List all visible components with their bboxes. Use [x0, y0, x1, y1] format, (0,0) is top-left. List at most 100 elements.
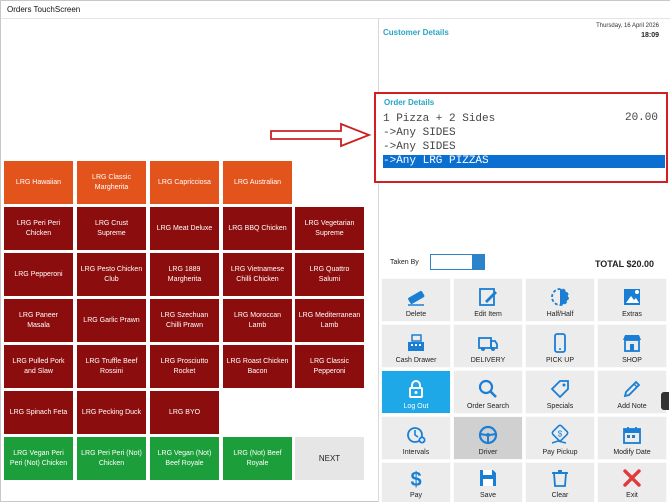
menu-item-button[interactable]: LRG Garlic Prawn	[77, 299, 146, 342]
clock-plus-icon	[405, 424, 427, 446]
delete-button[interactable]: Delete	[381, 278, 451, 322]
pick-up-button[interactable]: PICK UP	[525, 324, 595, 368]
svg-text:$: $	[558, 430, 563, 439]
order-details-label: Order Details	[384, 98, 435, 107]
menu-item-button[interactable]: LRG BYO	[150, 391, 219, 434]
menu-item-button[interactable]: LRG Pesto Chicken Club	[77, 253, 146, 296]
cash-drawer-button[interactable]: Cash Drawer	[381, 324, 451, 368]
function-label: Extras	[622, 311, 642, 318]
exit-button[interactable]: Exit	[597, 462, 667, 502]
shop-button[interactable]: SHOP	[597, 324, 667, 368]
function-label: Exit	[626, 492, 638, 499]
menu-item-button[interactable]: LRG Vietnamese Chilli Chicken	[223, 253, 292, 296]
calendar-icon	[621, 424, 643, 446]
modify-date-button[interactable]: Modify Date	[597, 416, 667, 460]
lock-icon	[405, 378, 427, 400]
taken-by-select[interactable]	[430, 254, 485, 270]
function-label: Save	[480, 492, 496, 499]
function-label: Edit Item	[474, 311, 502, 318]
order-line-price: 20.00	[624, 112, 658, 124]
menu-item-button[interactable]: LRG Prosciutto Rocket	[150, 345, 219, 388]
next-page-button[interactable]: NEXT	[295, 437, 364, 480]
save-icon	[477, 467, 499, 489]
menu-item-button[interactable]: LRG 1889 Margherita	[150, 253, 219, 296]
menu-item-button[interactable]: LRG Peri Peri (Not) Chicken	[77, 437, 146, 480]
menu-item-button[interactable]: LRG Meat Deluxe	[150, 207, 219, 250]
menu-item-button[interactable]: LRG BBQ Chicken	[223, 207, 292, 250]
customer-details-label: Customer Details	[383, 28, 449, 37]
half-circle-icon	[549, 286, 571, 308]
menu-item-button[interactable]: LRG Australian	[223, 161, 292, 204]
search-icon	[477, 378, 499, 400]
half-half-button[interactable]: Half/Half	[525, 278, 595, 322]
menu-item-button[interactable]: LRG Paneer Masala	[4, 299, 73, 342]
title-bar: Orders TouchScreen	[1, 1, 670, 19]
function-label: Intervals	[402, 449, 430, 456]
menu-item-button[interactable]: LRG Classic Pepperoni	[295, 345, 364, 388]
shop-icon	[621, 332, 643, 354]
save-button[interactable]: Save	[453, 462, 523, 502]
pos-window: Orders TouchScreen Customer Details Thur…	[0, 0, 670, 502]
function-label: Clear	[551, 492, 569, 499]
order-search-button[interactable]: Order Search	[453, 370, 523, 414]
total-value: $20.00	[626, 259, 654, 269]
arrow-annotation-icon	[270, 122, 372, 148]
add-note-button[interactable]: Add Note	[597, 370, 667, 414]
function-label: Specials	[546, 403, 574, 410]
clear-icon	[549, 467, 571, 489]
date-display: Thursday, 16 April 2026	[596, 23, 659, 29]
function-label: Delete	[405, 311, 427, 318]
function-label: Cash Drawer	[395, 357, 437, 364]
dropdown-handle[interactable]	[472, 255, 484, 269]
menu-item-button[interactable]: LRG Vegan (Not) Beef Royale	[150, 437, 219, 480]
pay-button[interactable]: $ Pay	[381, 462, 451, 502]
time-display: 18:09	[641, 32, 659, 39]
menu-item-button[interactable]: LRG Mediterranean Lamb	[295, 299, 364, 342]
order-line-selected[interactable]: ->Any LRG PIZZAS	[383, 155, 665, 168]
menu-item-button[interactable]: LRG Crust Supreme	[77, 207, 146, 250]
order-line[interactable]: ->Any SIDES	[383, 127, 456, 140]
order-line[interactable]: 1 Pizza + 2 Sides	[383, 113, 495, 126]
specials-button[interactable]: Specials	[525, 370, 595, 414]
hand-coin-icon: $	[549, 424, 571, 446]
menu-item-button[interactable]: LRG Classic Margherita	[77, 161, 146, 204]
menu-item-button[interactable]: LRG Truffle Beef Rossini	[77, 345, 146, 388]
menu-item-button[interactable]: LRG Hawaiian	[4, 161, 73, 204]
menu-item-button[interactable]: LRG Spinach Feta	[4, 391, 73, 434]
edit-item-button[interactable]: Edit Item	[453, 278, 523, 322]
menu-item-button[interactable]: LRG Peri Peri Chicken	[4, 207, 73, 250]
dollar-icon: $	[405, 467, 427, 489]
delivery-button[interactable]: DELIVERY	[453, 324, 523, 368]
extras-button[interactable]: Extras	[597, 278, 667, 322]
order-details-panel: Order Details 1 Pizza + 2 Sides 20.00 ->…	[374, 92, 668, 183]
customer-details-area[interactable]	[379, 41, 670, 91]
menu-item-button[interactable]: LRG Capricciosa	[150, 161, 219, 204]
clear-button[interactable]: Clear	[525, 462, 595, 502]
driver-button[interactable]: Driver	[453, 416, 523, 460]
window-title: Orders TouchScreen	[7, 5, 81, 14]
close-icon	[621, 467, 643, 489]
log-out-button[interactable]: Log Out	[381, 370, 451, 414]
function-label: Driver	[478, 449, 498, 456]
menu-item-button[interactable]: LRG Pulled Pork and Slaw	[4, 345, 73, 388]
menu-item-button[interactable]: LRG Roast Chicken Bacon	[223, 345, 292, 388]
side-handle[interactable]	[661, 392, 669, 410]
menu-item-button[interactable]: LRG Moroccan Lamb	[223, 299, 292, 342]
menu-item-button[interactable]: LRG Vegan Peri Peri (Not) Chicken	[4, 437, 73, 480]
menu-item-button[interactable]: LRG Pepperoni	[4, 253, 73, 296]
menu-item-button[interactable]: LRG Szechuan Chilli Prawn	[150, 299, 219, 342]
menu-item-button[interactable]: LRG Vegetarian Supreme	[295, 207, 364, 250]
menu-item-button[interactable]: LRG Pecking Duck	[77, 391, 146, 434]
function-label: Modify Date	[613, 449, 651, 456]
function-label: Half/Half	[546, 311, 574, 318]
function-label: Log Out	[403, 403, 429, 410]
menu-item-button[interactable]: LRG Quattro Salumi	[295, 253, 364, 296]
order-line[interactable]: ->Any SIDES	[383, 141, 456, 154]
phone-icon	[549, 332, 571, 354]
pay-pickup-button[interactable]: $ Pay Pickup	[525, 416, 595, 460]
cash-register-icon	[405, 332, 427, 354]
tag-icon	[549, 378, 571, 400]
function-label: Order Search	[466, 403, 510, 410]
menu-item-button[interactable]: LRG (Not) Beef Royale	[223, 437, 292, 480]
intervals-button[interactable]: Intervals	[381, 416, 451, 460]
